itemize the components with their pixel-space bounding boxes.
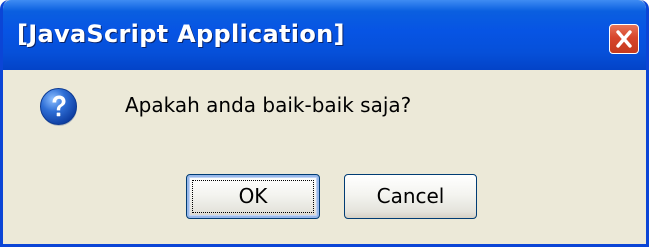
question-icon	[40, 88, 77, 126]
ok-button-label: OK	[238, 184, 268, 208]
title-bar[interactable]: [JavaScript Application]	[3, 0, 646, 70]
dialog-message: Apakah anda baik-baik saja?	[125, 93, 412, 117]
window-title: [JavaScript Application]	[17, 20, 345, 48]
close-icon	[616, 30, 632, 48]
cancel-button[interactable]: Cancel	[344, 174, 477, 219]
close-button[interactable]	[609, 24, 639, 54]
cancel-button-label: Cancel	[376, 184, 445, 208]
dialog-window: [JavaScript Application] Apakah anda bai…	[0, 0, 649, 247]
ok-button[interactable]: OK	[186, 174, 320, 219]
